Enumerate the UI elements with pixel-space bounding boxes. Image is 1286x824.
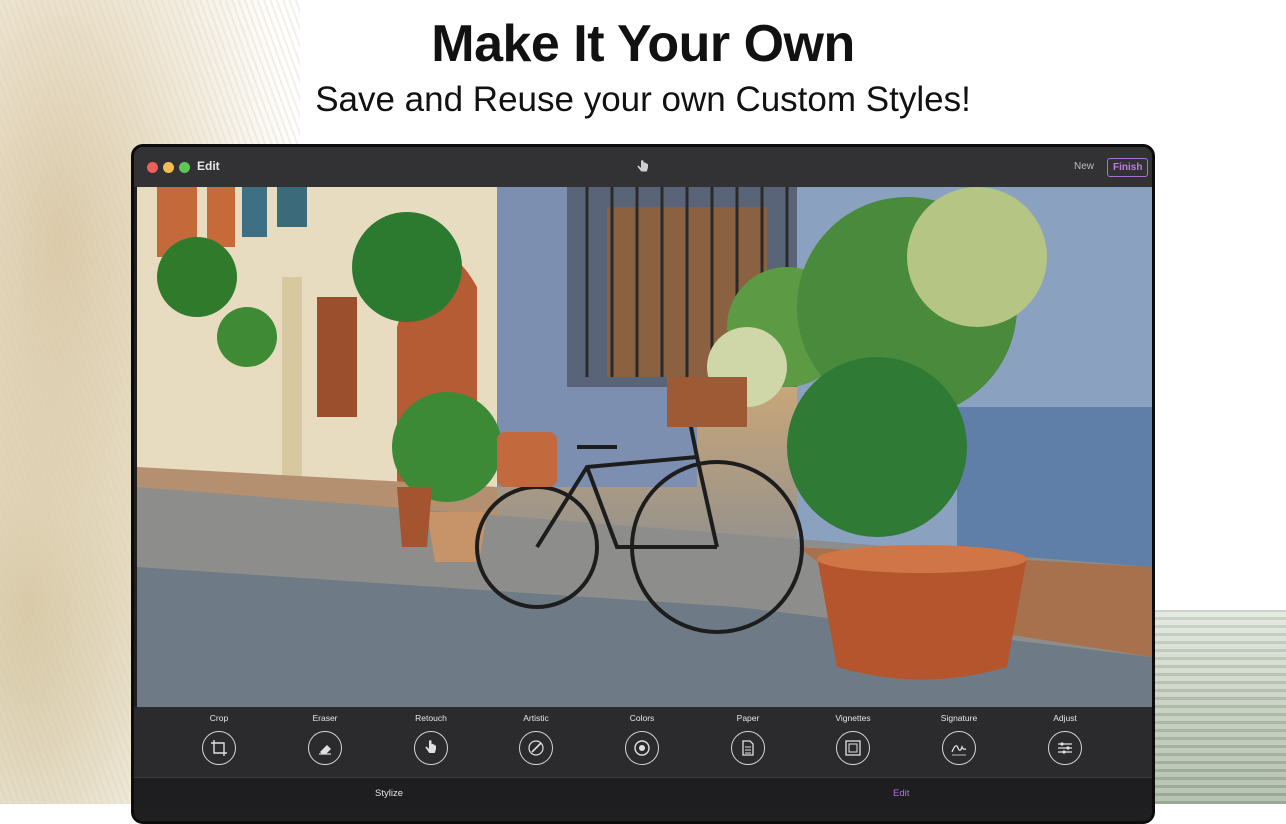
stylized-photo — [137, 187, 1152, 707]
tab-stylize[interactable]: Stylize — [375, 788, 403, 799]
close-window-button[interactable] — [147, 162, 158, 173]
tool-crop[interactable]: Crop — [179, 713, 259, 765]
tool-label: Crop — [209, 713, 229, 723]
tool-eraser[interactable]: Eraser — [285, 713, 365, 765]
sliders-icon[interactable] — [1048, 731, 1082, 765]
brush-icon[interactable] — [519, 731, 553, 765]
tool-colors[interactable]: Colors — [602, 713, 682, 765]
tool-label: Paper — [736, 713, 760, 723]
tool-bar: Crop Eraser Retouch Artistic Colors Pape… — [134, 707, 1152, 777]
photo-canvas[interactable] — [137, 187, 1152, 707]
tool-label: Retouch — [415, 713, 447, 723]
app-window: Edit New Finish Crop Eraser Retouch Arti… — [131, 144, 1155, 824]
tab-edit[interactable]: Edit — [893, 788, 909, 799]
tool-artistic[interactable]: Artistic — [496, 713, 576, 765]
tool-label: Vignettes — [835, 713, 871, 723]
eraser-icon[interactable] — [308, 731, 342, 765]
paper-icon[interactable] — [731, 731, 765, 765]
tool-label: Colors — [629, 713, 655, 723]
palette-icon[interactable] — [625, 731, 659, 765]
new-button[interactable]: New — [1069, 159, 1099, 174]
minimize-window-button[interactable] — [163, 162, 174, 173]
headline: Make It Your Own — [431, 15, 855, 73]
tool-retouch[interactable]: Retouch — [391, 713, 471, 765]
zoom-window-button[interactable] — [179, 162, 190, 173]
hand-pointer-icon[interactable] — [634, 158, 652, 176]
finish-button[interactable]: Finish — [1107, 158, 1149, 177]
window-title: Edit — [197, 159, 220, 173]
tool-label: Artistic — [523, 713, 549, 723]
tool-paper[interactable]: Paper — [708, 713, 788, 765]
hand-touch-icon[interactable] — [414, 731, 448, 765]
tool-adjust[interactable]: Adjust — [1025, 713, 1105, 765]
vignette-icon[interactable] — [836, 731, 870, 765]
tool-label: Adjust — [1053, 713, 1077, 723]
tool-label: Eraser — [312, 713, 338, 723]
tool-label: Signature — [940, 713, 978, 723]
signature-icon[interactable] — [942, 731, 976, 765]
crop-icon[interactable] — [202, 731, 236, 765]
subheadline: Save and Reuse your own Custom Styles! — [315, 80, 971, 119]
tool-vignettes[interactable]: Vignettes — [813, 713, 893, 765]
title-bar: Edit New Finish — [134, 147, 1152, 187]
tool-signature[interactable]: Signature — [919, 713, 999, 765]
bottom-tab-bar: Stylize Edit — [134, 777, 1152, 808]
